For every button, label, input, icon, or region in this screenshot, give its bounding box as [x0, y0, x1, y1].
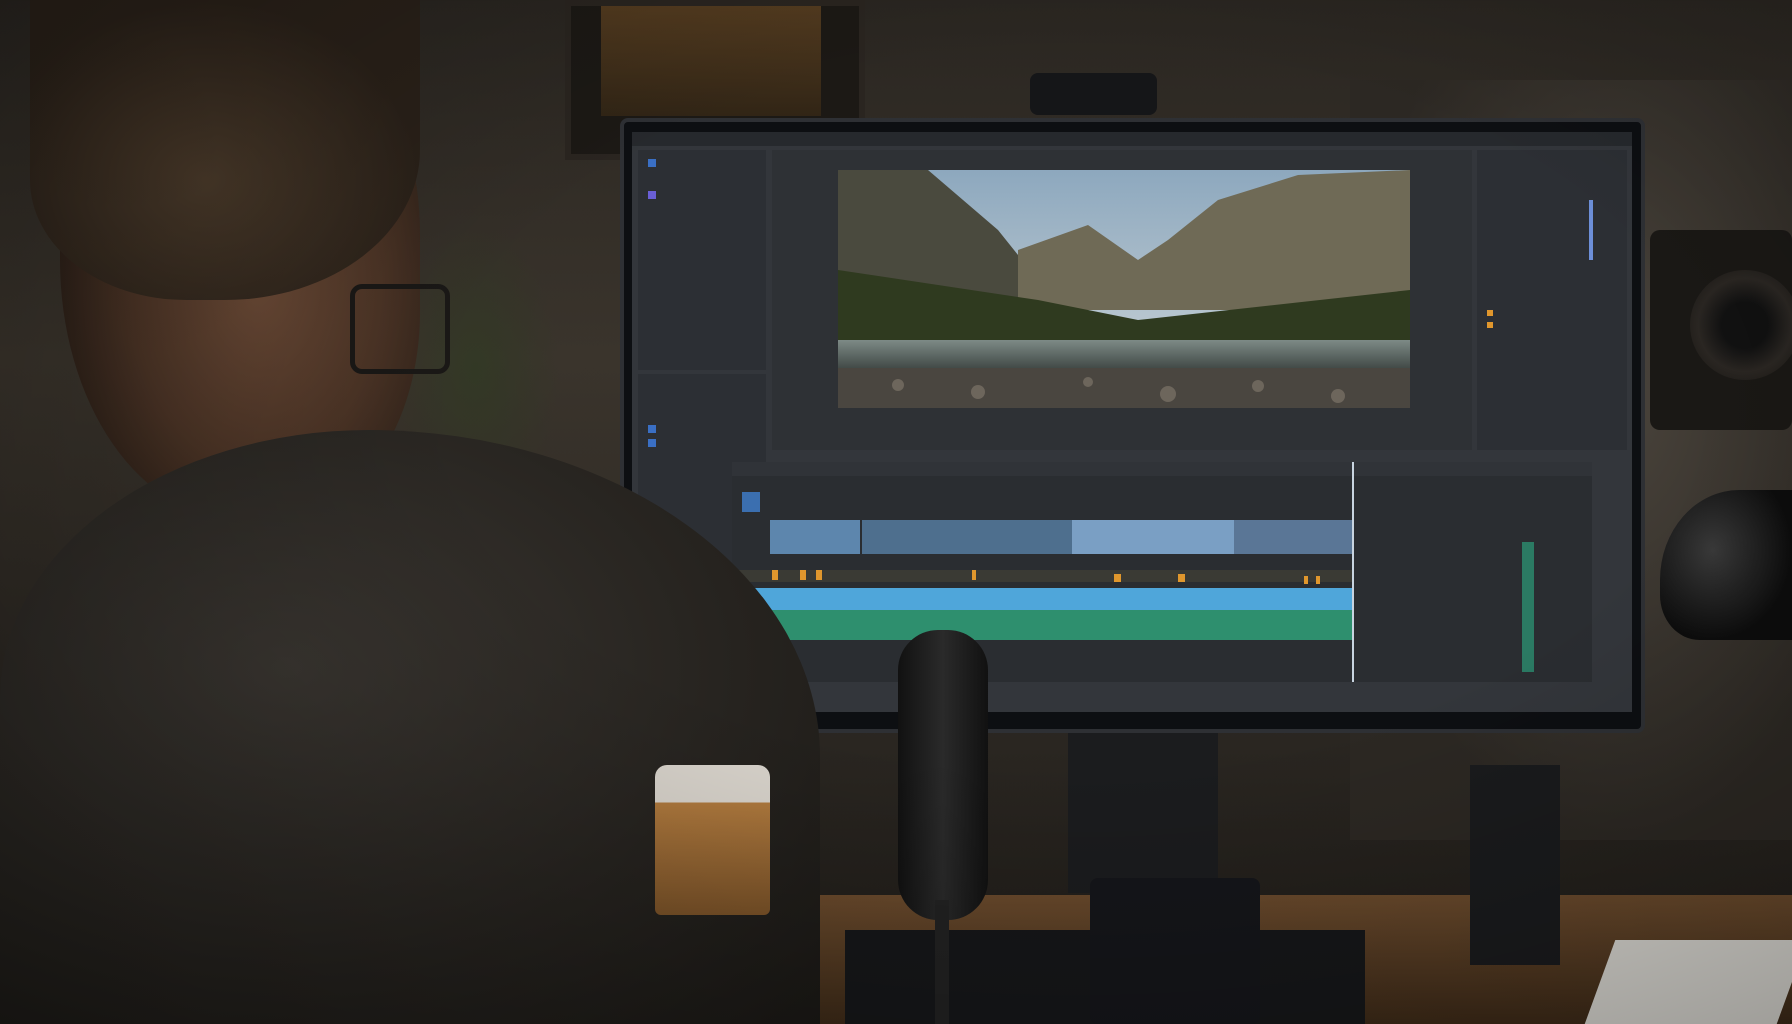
inspector-panel[interactable] [1477, 150, 1627, 450]
keyframe-icon [1487, 310, 1493, 316]
folder-icon [648, 424, 656, 433]
pen-holder [1090, 878, 1260, 1024]
title-bar [632, 132, 1632, 146]
folder-icon [648, 438, 656, 447]
person-hair [30, 0, 420, 300]
keyframe-icon [1487, 322, 1493, 328]
folder-icon [648, 158, 656, 167]
media-browser-panel[interactable] [638, 150, 766, 370]
timeline-panel[interactable] [732, 462, 1592, 682]
file-icon [648, 190, 656, 199]
audio-level-meter [1522, 542, 1534, 672]
coffee-cup [655, 765, 770, 915]
microphone [898, 630, 988, 920]
viewer-frame-mountain-lake [838, 170, 1410, 408]
inspector-slider[interactable] [1589, 200, 1593, 260]
papers [1584, 940, 1792, 1024]
timeline-tracks [732, 462, 1354, 682]
webcam [1030, 73, 1157, 115]
monitor-stand [1068, 733, 1218, 893]
eyeglasses [350, 284, 450, 374]
microphone-stand [935, 900, 949, 1024]
studio-speaker [1650, 230, 1792, 430]
second-monitor-stand [1470, 765, 1560, 965]
